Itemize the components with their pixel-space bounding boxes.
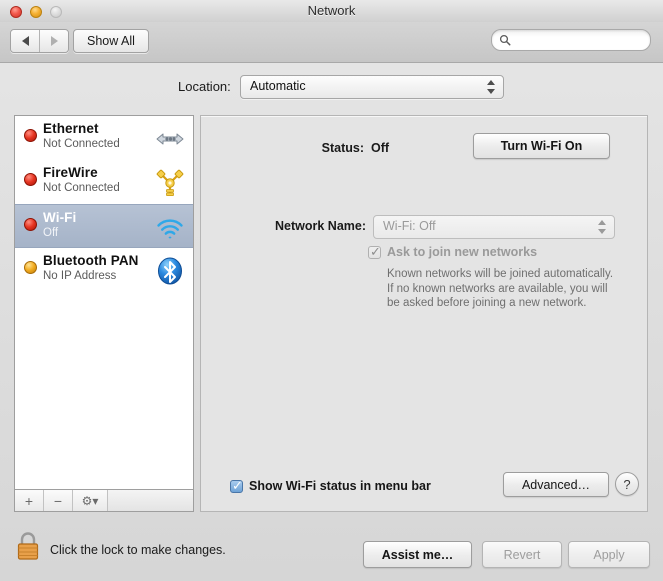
assist-me-label: Assist me… [381,547,454,562]
show-all-label: Show All [87,34,135,48]
show-wifi-status-label: Show Wi-Fi status in menu bar [249,479,431,493]
status-value: Off [371,141,390,155]
list-item-name: Bluetooth PAN [43,253,139,268]
toolbar: Show All [0,22,663,63]
assist-me-button[interactable]: Assist me… [363,541,472,568]
status-dot-icon [24,173,37,186]
ethernet-icon [156,133,184,145]
list-item-ethernet[interactable]: Ethernet Not Connected [15,116,193,160]
chevron-updown-icon [487,80,496,95]
show-wifi-status-checkbox-row[interactable]: ✓ Show Wi-Fi status in menu bar [230,479,431,493]
list-item-name: FireWire [43,165,98,180]
location-popup-button[interactable]: Automatic [240,75,504,99]
network-preferences-window: Network Show All Location: Automatic Eth… [0,0,663,581]
service-actions-button[interactable]: ⚙▾ [73,490,108,511]
show-wifi-status-checkbox[interactable]: ✓ [230,477,243,493]
wifi-icon [157,219,183,239]
search-icon [499,34,511,46]
window-title: Network [307,3,356,18]
location-value: Automatic [250,79,306,93]
status-label: Status: [321,141,364,155]
navigation-segmented-control[interactable] [10,29,69,53]
network-name-value: Wi-Fi: Off [383,219,436,233]
advanced-label: Advanced… [521,477,591,492]
search-input[interactable] [516,30,648,52]
revert-label: Revert [503,547,541,562]
network-name-label: Network Name: [275,219,366,233]
triangle-left-icon [21,36,29,46]
lock-hint-text: Click the lock to make changes. [50,543,226,557]
list-item-status: Not Connected [43,182,120,194]
add-service-button[interactable]: + [15,490,44,511]
minus-icon: − [53,492,63,509]
location-row: Location: Automatic [0,72,663,104]
list-item-name: Wi-Fi [43,210,77,225]
ask-to-join-checkbox-row[interactable]: ✓ Ask to join new networks [368,245,537,259]
firewire-icon [156,169,184,196]
list-item-bluetooth-pan[interactable]: Bluetooth PAN No IP Address [15,248,193,292]
list-item-wifi[interactable]: Wi-Fi Off [15,204,193,248]
list-footer-toolbar: + − ⚙▾ [14,490,194,512]
window-titlebar: Network [0,0,663,22]
apply-button[interactable]: Apply [568,541,650,568]
revert-button[interactable]: Revert [482,541,562,568]
network-services-list[interactable]: Ethernet Not Connected FireWire Not Conn… [14,115,194,490]
triangle-right-icon [50,36,58,46]
status-dot-icon [24,129,37,142]
ask-to-join-label: Ask to join new networks [387,245,538,259]
help-label: ? [623,476,631,492]
search-field[interactable] [491,29,651,52]
wifi-settings-panel: Status: Off Turn Wi-Fi On Network Name: … [200,115,648,512]
list-footer-spacer [108,490,193,511]
status-dot-icon [24,218,37,231]
turn-wifi-on-button[interactable]: Turn Wi-Fi On [473,133,610,159]
back-button[interactable] [11,30,39,52]
lock-closed-icon[interactable] [15,530,41,562]
forward-button[interactable] [39,30,68,52]
network-name-popup-button[interactable]: Wi-Fi: Off [373,215,615,239]
chevron-updown-icon [598,220,607,235]
bluetooth-icon [158,257,182,285]
gear-icon: ⚙▾ [81,493,99,508]
plus-icon: + [24,492,34,509]
checkmark-icon: ✓ [370,243,381,259]
ask-to-join-help-text: Known networks will be joined automatica… [387,268,614,309]
location-label: Location: [178,79,231,94]
apply-label: Apply [593,547,625,562]
checkmark-icon: ✓ [232,477,243,493]
help-button[interactable]: ? [615,472,639,496]
turn-wifi-on-label: Turn Wi-Fi On [500,139,583,153]
show-all-button[interactable]: Show All [73,29,149,53]
list-item-status: Not Connected [43,138,120,150]
remove-service-button[interactable]: − [44,490,73,511]
list-item-name: Ethernet [43,121,99,136]
status-dot-icon [24,261,37,274]
ask-to-join-checkbox[interactable]: ✓ [368,243,381,259]
list-item-status: Off [43,227,59,239]
list-item-status: No IP Address [43,270,117,282]
list-item-firewire[interactable]: FireWire Not Connected [15,160,193,204]
advanced-button[interactable]: Advanced… [503,472,609,497]
